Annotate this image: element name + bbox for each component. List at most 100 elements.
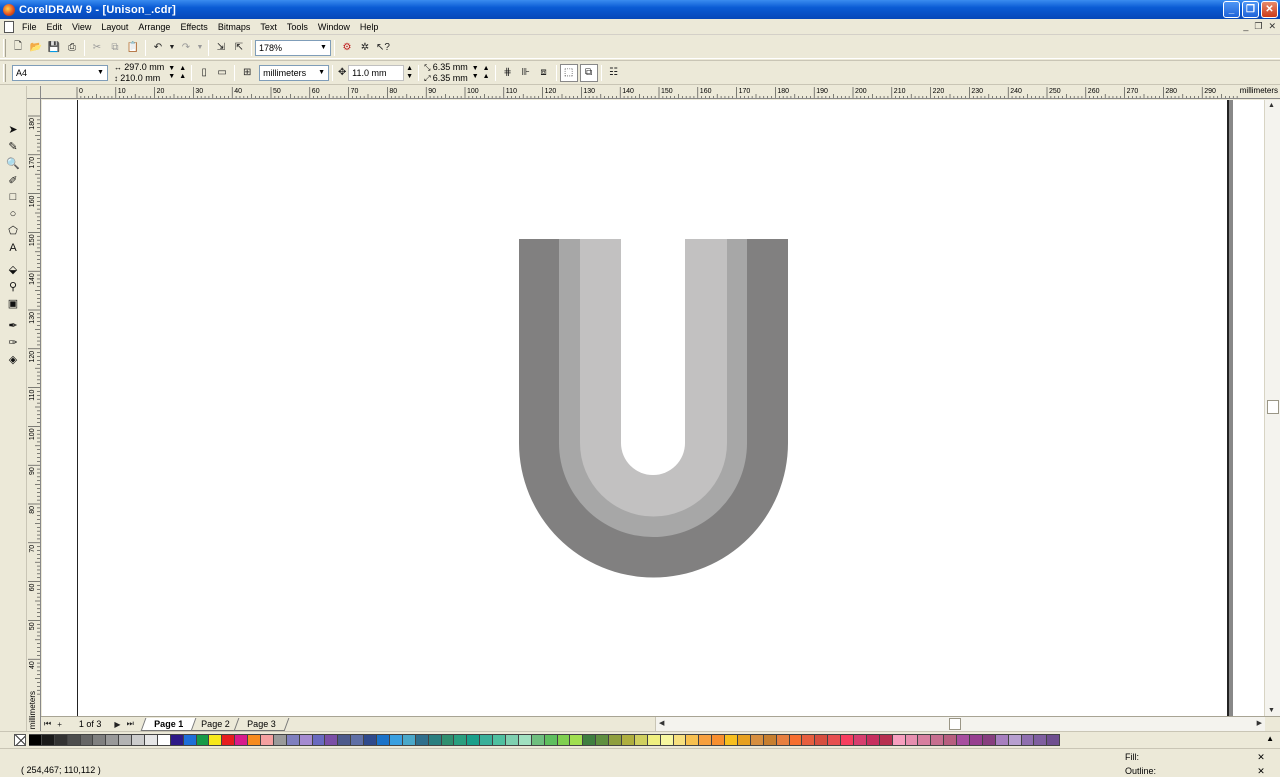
draw-objects-icon[interactable]: ⧉ <box>579 63 598 82</box>
color-swatch[interactable] <box>286 734 300 746</box>
whats-this-help-icon[interactable]: ↖? <box>374 39 392 57</box>
color-swatch[interactable] <box>29 734 42 746</box>
color-swatch[interactable] <box>531 734 545 746</box>
fill-tool-icon[interactable]: ◈ <box>5 352 21 367</box>
color-swatch[interactable] <box>454 734 468 746</box>
color-swatch[interactable] <box>776 734 790 746</box>
color-swatch[interactable] <box>428 734 442 746</box>
color-swatch[interactable] <box>699 734 713 746</box>
color-swatch[interactable] <box>918 734 932 746</box>
outline-none-icon[interactable]: ✕ <box>1252 766 1270 776</box>
chevron-down-icon[interactable]: ▼ <box>316 67 327 79</box>
close-button[interactable]: ✕ <box>1261 1 1278 18</box>
scroll-down-arrow-icon[interactable]: ▼ <box>1268 707 1275 714</box>
corel-online-icon[interactable]: ✲ <box>356 39 374 57</box>
color-swatch[interactable] <box>415 734 429 746</box>
shape-tool-icon[interactable]: ✎ <box>5 139 21 154</box>
menu-arrange[interactable]: Arrange <box>133 22 175 32</box>
color-swatch[interactable] <box>647 734 661 746</box>
color-swatch[interactable] <box>892 734 906 746</box>
ruler-origin[interactable] <box>27 86 41 99</box>
color-swatch[interactable] <box>944 734 958 746</box>
menu-view[interactable]: View <box>67 22 96 32</box>
color-swatch[interactable] <box>209 734 223 746</box>
zoom-tool-icon[interactable]: 🔍 <box>5 156 21 171</box>
horizontal-scroll-thumb[interactable] <box>949 718 961 730</box>
color-swatch[interactable] <box>505 734 519 746</box>
color-swatch[interactable] <box>995 734 1009 746</box>
freehand-tool-icon[interactable]: ✐ <box>5 173 21 188</box>
palette-scroll-icon[interactable]: ▲ <box>1266 734 1274 743</box>
redo-icon[interactable]: ↷ <box>177 39 195 57</box>
duplicate-y-field[interactable]: ⤢ 6.35 mm <box>424 73 468 84</box>
rectangle-tool-icon[interactable]: □ <box>5 189 21 204</box>
color-swatch[interactable] <box>41 734 55 746</box>
eyedropper-tool-icon[interactable]: ✒ <box>5 318 21 333</box>
color-swatch[interactable] <box>660 734 674 746</box>
color-swatch[interactable] <box>841 734 854 746</box>
drawing-canvas[interactable] <box>42 100 1264 716</box>
color-swatch[interactable] <box>866 734 880 746</box>
color-swatch[interactable] <box>402 734 416 746</box>
blend-tool-icon[interactable]: ⚲ <box>5 279 21 294</box>
color-swatch[interactable] <box>312 734 326 746</box>
color-swatch[interactable] <box>544 734 558 746</box>
nudge-spinner[interactable]: ▲ ▼ <box>406 65 413 81</box>
treat-as-filled-icon[interactable]: ⬚ <box>559 63 578 82</box>
color-swatch[interactable] <box>119 734 133 746</box>
color-swatch[interactable] <box>583 734 597 746</box>
color-swatch[interactable] <box>686 734 700 746</box>
tab-page-3[interactable]: Page 3 <box>233 717 290 731</box>
document-icon[interactable] <box>4 20 14 33</box>
first-page-icon[interactable]: ⏮ <box>41 719 54 729</box>
nudge-field[interactable]: 11.0 mm <box>348 64 405 81</box>
zoom-combo[interactable]: 178% ▼ <box>255 39 331 56</box>
color-swatch[interactable] <box>828 734 842 746</box>
color-swatch[interactable] <box>389 734 403 746</box>
color-swatch[interactable] <box>248 734 262 746</box>
next-page-icon[interactable]: ▶ <box>111 720 123 729</box>
color-swatch[interactable] <box>338 734 352 746</box>
open-folder-icon[interactable]: 📂 <box>27 39 45 57</box>
color-swatch[interactable] <box>377 734 390 746</box>
scroll-up-arrow-icon[interactable]: ▲ <box>1268 102 1275 109</box>
minimize-button[interactable]: _ <box>1223 1 1240 18</box>
color-swatch[interactable] <box>80 734 94 746</box>
color-swatch[interactable] <box>93 734 107 746</box>
color-swatch[interactable] <box>467 734 481 746</box>
polygon-tool-icon[interactable]: ⬠ <box>5 223 21 238</box>
horizontal-ruler[interactable]: 0 10 20 30 40 50 60 70 80 90 100 110 120 130 140 150 160… <box>41 86 1280 99</box>
redo-dropdown-icon[interactable]: ▼ <box>195 39 205 57</box>
color-swatch[interactable] <box>634 734 648 746</box>
color-swatch[interactable] <box>802 734 816 746</box>
scroll-left-arrow-icon[interactable]: ◀ <box>659 719 664 727</box>
ellipse-tool-icon[interactable]: ○ <box>5 206 21 221</box>
doc-minimize-button[interactable]: _ <box>1243 21 1248 32</box>
color-swatch[interactable] <box>763 734 777 746</box>
color-swatch[interactable] <box>982 734 996 746</box>
color-swatch[interactable] <box>854 734 867 746</box>
application-launcher-icon[interactable]: ⚙ <box>338 39 356 57</box>
color-swatch[interactable] <box>196 734 210 746</box>
scroll-right-arrow-icon[interactable]: ▶ <box>1257 719 1262 727</box>
color-swatch[interactable] <box>67 734 81 746</box>
color-swatch[interactable] <box>725 734 738 746</box>
import-icon[interactable]: ⇲ <box>212 39 230 57</box>
color-swatch[interactable] <box>222 734 236 746</box>
add-page-icon[interactable]: + <box>54 720 65 729</box>
paper-size-combo[interactable]: A4 ▼ <box>12 64 108 81</box>
color-swatch[interactable] <box>54 734 68 746</box>
tab-page-1[interactable]: Page 1 <box>140 717 197 731</box>
portrait-icon[interactable]: ▯ <box>195 64 213 82</box>
coreldraw-app-icon[interactable] <box>3 3 15 16</box>
units-combo[interactable]: millimeters ▼ <box>259 64 330 81</box>
color-swatch[interactable] <box>1021 734 1035 746</box>
color-swatch[interactable] <box>1008 734 1022 746</box>
duplicate-spinner-up[interactable]: ▲ ▲ <box>483 65 490 81</box>
color-swatch[interactable] <box>957 734 971 746</box>
menu-bitmaps[interactable]: Bitmaps <box>213 22 256 32</box>
text-tool-icon[interactable]: A <box>5 240 21 255</box>
duplicate-spinner-down[interactable]: ▼ ▼ <box>472 65 479 81</box>
color-swatch[interactable] <box>441 734 455 746</box>
color-swatch[interactable] <box>557 734 571 746</box>
